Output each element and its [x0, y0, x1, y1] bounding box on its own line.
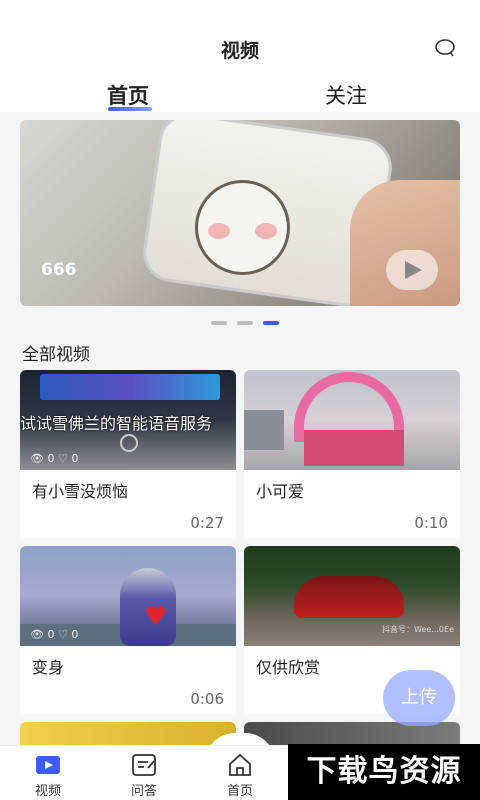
top-bar: 视频 首页 关注	[0, 0, 480, 112]
pager-dot[interactable]	[211, 321, 227, 325]
nav-item-video[interactable]: 视频	[18, 752, 78, 799]
video-caption: 小可爱	[256, 482, 305, 501]
video-card[interactable]: ♥ 👁 0 ♡ 0 变身 0:06	[20, 546, 236, 714]
like-count: 0	[71, 628, 79, 641]
banner-bear-image	[195, 180, 290, 275]
video-thumbnail: 抖音号：Wee...0Ee	[244, 546, 460, 646]
tab-follow[interactable]: 关注	[325, 80, 367, 110]
heart-icon: ♥	[144, 602, 168, 632]
video-thumbnail	[244, 370, 460, 470]
video-overlay-text: 试试雪佛兰的智能语音服务	[20, 414, 213, 433]
banner-view-count: 666	[41, 260, 77, 280]
nav-label: 首页	[226, 784, 253, 799]
chat-bubble-icon[interactable]	[434, 38, 456, 58]
video-thumbnail: ♥ 👁 0 ♡ 0	[20, 546, 236, 646]
thumbnail-watermark: 抖音号：Wee...0Ee	[382, 625, 454, 634]
edit-note-icon	[132, 754, 156, 776]
nav-label: 问答	[130, 784, 157, 799]
nav-item-qa[interactable]: 问答	[114, 752, 174, 799]
pager-dot[interactable]	[237, 321, 253, 325]
nav-label: 视频	[34, 784, 61, 799]
video-play-icon	[36, 756, 60, 774]
view-count: 0	[47, 452, 55, 465]
table-image	[304, 430, 404, 466]
video-duration: 0:27	[190, 514, 224, 532]
video-thumbnail: 试试雪佛兰的智能语音服务 👁 0 ♡ 0	[20, 370, 236, 470]
video-stats: 👁 0 ♡ 0	[30, 452, 79, 465]
video-caption: 变身	[32, 658, 65, 677]
tab-bar: 首页 关注	[0, 80, 480, 112]
video-caption: 有小雪没烦恼	[32, 482, 129, 501]
video-duration: 0:10	[414, 514, 448, 532]
tab-home[interactable]: 首页	[107, 80, 149, 110]
video-duration: 0:06	[190, 690, 224, 708]
video-card[interactable]: 小可爱 0:10	[244, 370, 460, 538]
video-card[interactable]: 试试雪佛兰的智能语音服务 👁 0 ♡ 0 有小雪没烦恼 0:27	[20, 370, 236, 538]
video-stats: 👁 0 ♡ 0	[30, 628, 79, 641]
tab-indicator	[108, 107, 152, 111]
rack-image	[244, 410, 284, 450]
page-title: 视频	[220, 40, 259, 62]
video-caption: 仅供欣赏	[256, 658, 321, 677]
knob-image	[120, 434, 138, 452]
play-icon[interactable]	[386, 250, 438, 290]
nav-item-home[interactable]: 首页	[210, 752, 270, 799]
upload-button[interactable]: 上传	[383, 670, 455, 726]
red-car-image	[294, 576, 404, 618]
section-title: 全部视频	[22, 345, 90, 365]
like-count: 0	[71, 452, 79, 465]
view-count: 0	[47, 628, 55, 641]
car-screen-image	[40, 374, 220, 400]
carousel-pager	[211, 321, 281, 327]
watermark-overlay: 下载鸟资源	[288, 744, 480, 800]
banner-video[interactable]: 666	[20, 120, 460, 306]
pager-dot-active[interactable]	[263, 321, 279, 325]
home-icon	[229, 753, 251, 776]
